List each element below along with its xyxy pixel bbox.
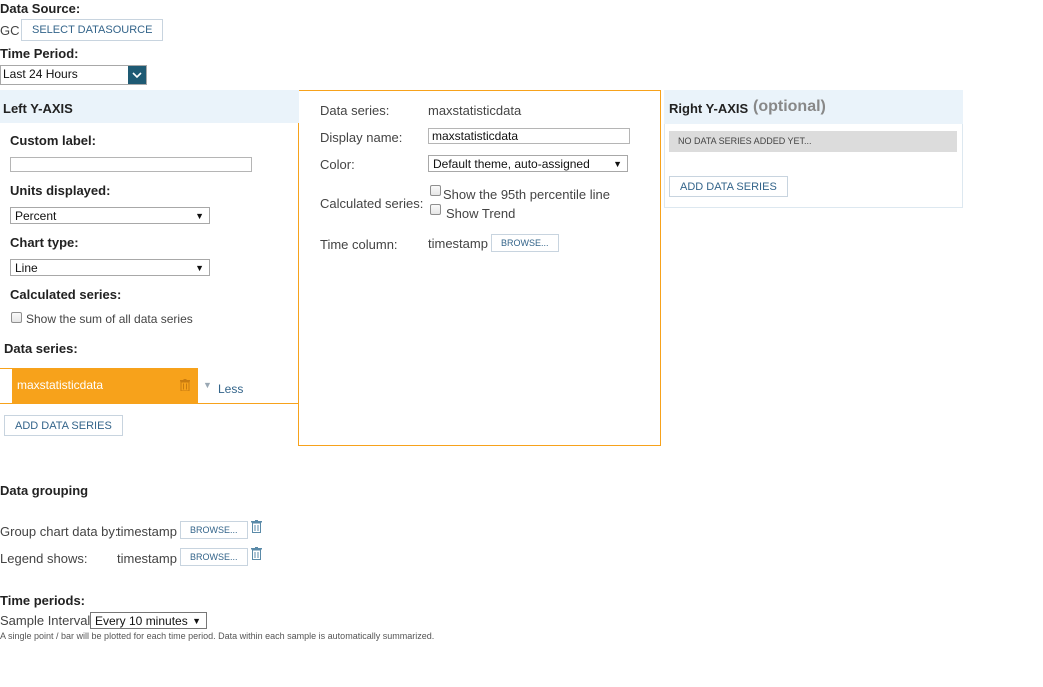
series-row-underline — [198, 403, 299, 404]
trash-icon[interactable] — [180, 379, 190, 394]
sample-interval-value: Every 10 minutes — [95, 614, 188, 628]
left-axis-title: Left Y-AXIS — [3, 101, 73, 116]
series-row-edge — [0, 368, 12, 404]
time-column-browse-button[interactable]: BROWSE... — [491, 234, 559, 252]
datasource-label: Data Source: — [0, 1, 81, 16]
group-by-browse-button[interactable]: BROWSE... — [180, 521, 248, 539]
trash-icon[interactable] — [251, 520, 262, 536]
right-axis-optional: (optional) — [753, 98, 826, 115]
percentile-label: Show the 95th percentile line — [443, 187, 610, 202]
time-period-value: Last 24 Hours — [3, 67, 78, 81]
dropdown-arrow-icon: ▼ — [195, 263, 204, 273]
less-link[interactable]: Less — [218, 382, 243, 396]
right-axis-header: Right Y-AXIS (optional) — [664, 90, 963, 124]
data-series-heading: Data series: — [4, 341, 78, 356]
left-add-series-button[interactable]: ADD DATA SERIES — [4, 415, 123, 436]
series-item-label: maxstatisticdata — [17, 378, 104, 392]
legend-value: timestamp — [117, 551, 177, 566]
select-datasource-button[interactable]: SELECT DATASOURCE — [21, 19, 164, 41]
datasource-value: GC — [0, 23, 20, 38]
display-name-label: Display name: — [320, 130, 403, 145]
detail-calc-label: Calculated series: — [320, 196, 424, 211]
time-periods-title: Time periods: — [0, 593, 86, 608]
units-heading: Units displayed: — [10, 183, 111, 198]
right-axis-title: Right Y-AXIS — [669, 101, 749, 116]
dropdown-arrow-icon: ▼ — [195, 211, 204, 221]
color-select[interactable]: Default theme, auto-assigned ▼ — [428, 155, 628, 172]
units-value: Percent — [15, 209, 57, 223]
custom-label-input[interactable] — [10, 157, 252, 172]
color-value: Default theme, auto-assigned — [433, 157, 590, 171]
sum-series-label: Show the sum of all data series — [26, 312, 193, 326]
trash-icon[interactable] — [251, 547, 262, 563]
sample-interval-select[interactable]: Every 10 minutes ▼ — [90, 612, 207, 629]
chart-type-heading: Chart type: — [10, 235, 79, 250]
group-by-label: Group chart data by: — [0, 524, 119, 539]
percentile-checkbox[interactable] — [430, 185, 441, 196]
color-label: Color: — [320, 157, 355, 172]
right-axis-empty-bar: NO DATA SERIES ADDED YET... — [669, 131, 957, 152]
sum-series-checkbox[interactable] — [11, 312, 22, 323]
caret-icon: ▼ — [203, 380, 212, 390]
chart-type-value: Line — [15, 261, 38, 275]
chevron-down-icon — [128, 66, 146, 84]
calc-series-heading: Calculated series: — [10, 287, 122, 302]
trend-label: Show Trend — [446, 206, 516, 221]
left-axis-header: Left Y-AXIS — [0, 90, 299, 123]
right-axis-empty-message: NO DATA SERIES ADDED YET... — [678, 136, 812, 146]
detail-series-label: Data series: — [320, 103, 390, 118]
series-item-maxstatisticdata[interactable]: maxstatisticdata — [12, 368, 198, 404]
data-grouping-title: Data grouping — [0, 483, 89, 498]
sample-interval-label: Sample Interval: — [0, 613, 94, 628]
trend-checkbox[interactable] — [430, 204, 441, 215]
time-period-select[interactable]: Last 24 Hours — [0, 65, 147, 85]
time-column-label: Time column: — [320, 237, 398, 252]
legend-label: Legend shows: — [0, 551, 88, 566]
custom-label-heading: Custom label: — [10, 133, 96, 148]
time-period-label: Time Period: — [0, 46, 79, 61]
display-name-input[interactable]: maxstatisticdata — [428, 128, 630, 144]
time-periods-note: A single point / bar will be plotted for… — [0, 631, 435, 641]
dropdown-arrow-icon: ▼ — [613, 159, 622, 169]
units-select[interactable]: Percent ▼ — [10, 207, 210, 224]
time-column-value: timestamp — [428, 236, 488, 251]
chart-type-select[interactable]: Line ▼ — [10, 259, 210, 276]
right-add-series-button[interactable]: ADD DATA SERIES — [669, 176, 788, 197]
group-by-value: timestamp — [117, 524, 177, 539]
legend-browse-button[interactable]: BROWSE... — [180, 548, 248, 566]
dropdown-arrow-icon: ▼ — [192, 616, 201, 626]
detail-series-value: maxstatisticdata — [428, 103, 522, 118]
